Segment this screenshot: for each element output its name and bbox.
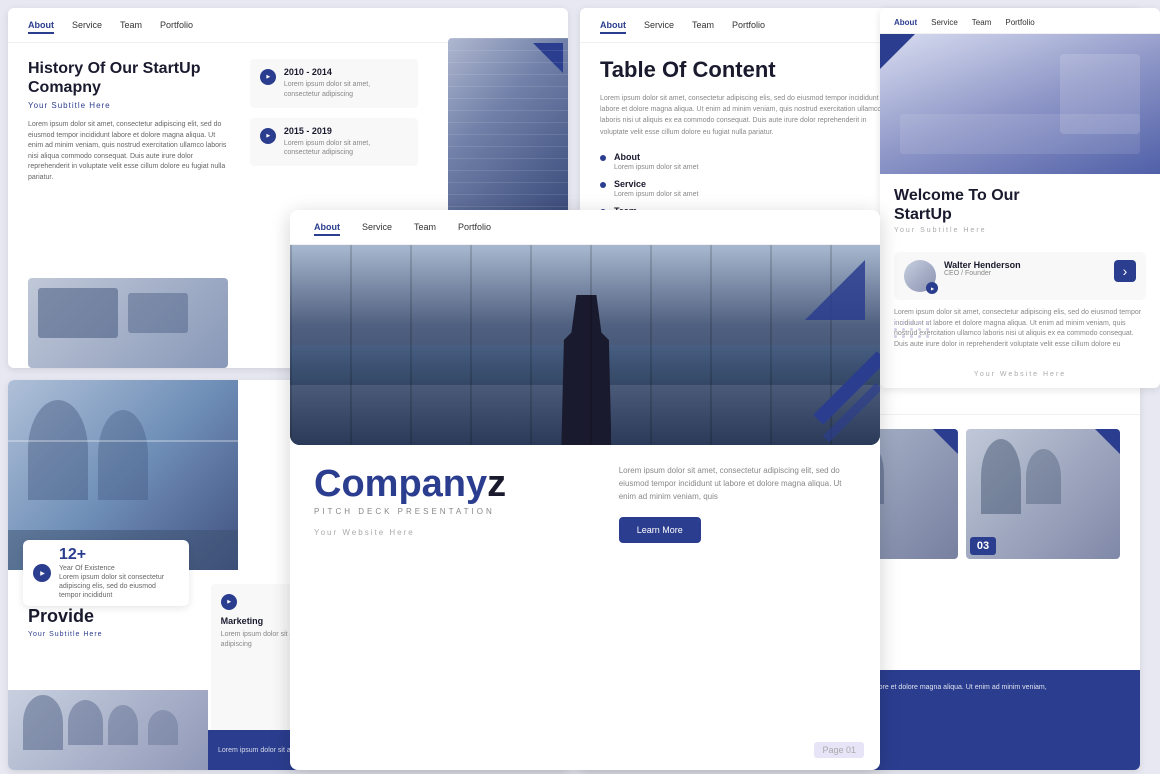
center-navbar: About Service Team Portfolio <box>290 210 880 245</box>
people-image <box>8 690 208 770</box>
team-num-2: 03 <box>970 537 996 555</box>
center-page-num: Page 01 <box>814 742 864 758</box>
center-nav-service[interactable]: Service <box>362 222 392 236</box>
toc-body: Lorem ipsum dolor sit amet, consectetur … <box>600 93 894 138</box>
laptop-deco-tri <box>880 34 915 69</box>
learn-more-button[interactable]: Learn More <box>619 517 701 543</box>
slide-center: About Service Team Portfolio Companyz Pi… <box>290 210 880 770</box>
stat-play-btn[interactable] <box>33 564 51 582</box>
center-nav-portfolio[interactable]: Portfolio <box>458 222 491 236</box>
nav-service[interactable]: Service <box>72 20 102 34</box>
avatar-play[interactable] <box>926 282 938 294</box>
welcome-dots <box>894 321 930 338</box>
timeline-item-1: 2010 - 2014 Lorem ipsum dolor sit amet, … <box>250 59 418 108</box>
toc-title: Table Of Content <box>600 57 894 83</box>
company-name: Companyz <box>314 465 599 503</box>
stat-desc: Lorem ipsum dolor sit consectetur adipis… <box>59 573 179 600</box>
window-lines <box>290 245 880 445</box>
laptop2-image <box>880 34 1160 174</box>
timeline-year-1: 2010 - 2014 <box>284 67 408 77</box>
person-name: Walter Henderson <box>944 260 1021 270</box>
toc-nav-about[interactable]: About <box>600 20 626 34</box>
nav-about[interactable]: About <box>28 20 54 34</box>
timeline-play-1[interactable] <box>260 69 276 85</box>
timeline-text-2: Lorem ipsum dolor sit amet, consectetur … <box>284 139 408 159</box>
timeline-play-2[interactable] <box>260 128 276 144</box>
avatar <box>904 260 936 292</box>
nav-portfolio[interactable]: Portfolio <box>160 20 193 34</box>
center-nav-team[interactable]: Team <box>414 222 436 236</box>
person-image <box>28 278 228 368</box>
marketing-play[interactable] <box>221 594 237 610</box>
history-body: Lorem ipsum dolor sit amet, consectetur … <box>28 120 230 183</box>
welcome-navbar: About Service Team Portfolio <box>880 8 1160 34</box>
services-subtitle: Your Subtitle Here <box>28 631 197 638</box>
toc-item-service: Service Lorem ipsum dolor sit amet <box>600 179 894 198</box>
company-tagline: Pitch Deck Presentation <box>314 507 599 516</box>
welcome-subtitle: Your Subtitle Here <box>894 227 1146 234</box>
team-photo-2: 03 <box>966 429 1120 559</box>
quote-button[interactable]: › <box>1114 260 1136 282</box>
building-image <box>448 38 568 218</box>
testimonial-card: Walter Henderson CEO / Founder › <box>894 252 1146 300</box>
slide-welcome: About Service Team Portfolio Welcome To … <box>880 8 1160 388</box>
toc-nav-service[interactable]: Service <box>644 20 674 34</box>
welcome-nav-portfolio[interactable]: Portfolio <box>1005 18 1034 27</box>
timeline-text-1: Lorem ipsum dolor sit amet, consectetur … <box>284 80 408 100</box>
welcome-title: Welcome To Our StartUp <box>894 186 1146 224</box>
welcome-website: Your Website Here <box>974 371 1066 378</box>
stat-badge: 12+ Year Of Existence Lorem ipsum dolor … <box>23 540 189 606</box>
stat-label: Year Of Existence <box>59 564 179 573</box>
toc-nav-portfolio[interactable]: Portfolio <box>732 20 765 34</box>
welcome-nav-service[interactable]: Service <box>931 18 958 27</box>
welcome-nav-about[interactable]: About <box>894 18 917 27</box>
center-nav-about[interactable]: About <box>314 222 340 236</box>
nav-team[interactable]: Team <box>120 20 142 34</box>
welcome-nav-team[interactable]: Team <box>972 18 992 27</box>
person-role: CEO / Founder <box>944 270 1021 277</box>
stat-number: 12+ <box>59 546 179 564</box>
hero-image <box>290 245 880 445</box>
history-subtitle: Your Subtitle Here <box>28 101 230 110</box>
toc-item-about: About Lorem ipsum dolor sit amet <box>600 152 894 171</box>
history-title: History Of Our StartUp Comapny <box>28 59 230 97</box>
timeline-item-2: 2015 - 2019 Lorem ipsum dolor sit amet, … <box>250 118 418 167</box>
center-body: Lorem ipsum dolor sit amet, consectetur … <box>619 465 856 503</box>
timeline-year-2: 2015 - 2019 <box>284 126 408 136</box>
company-website: Your Website Here <box>314 528 599 537</box>
toc-nav-team[interactable]: Team <box>692 20 714 34</box>
